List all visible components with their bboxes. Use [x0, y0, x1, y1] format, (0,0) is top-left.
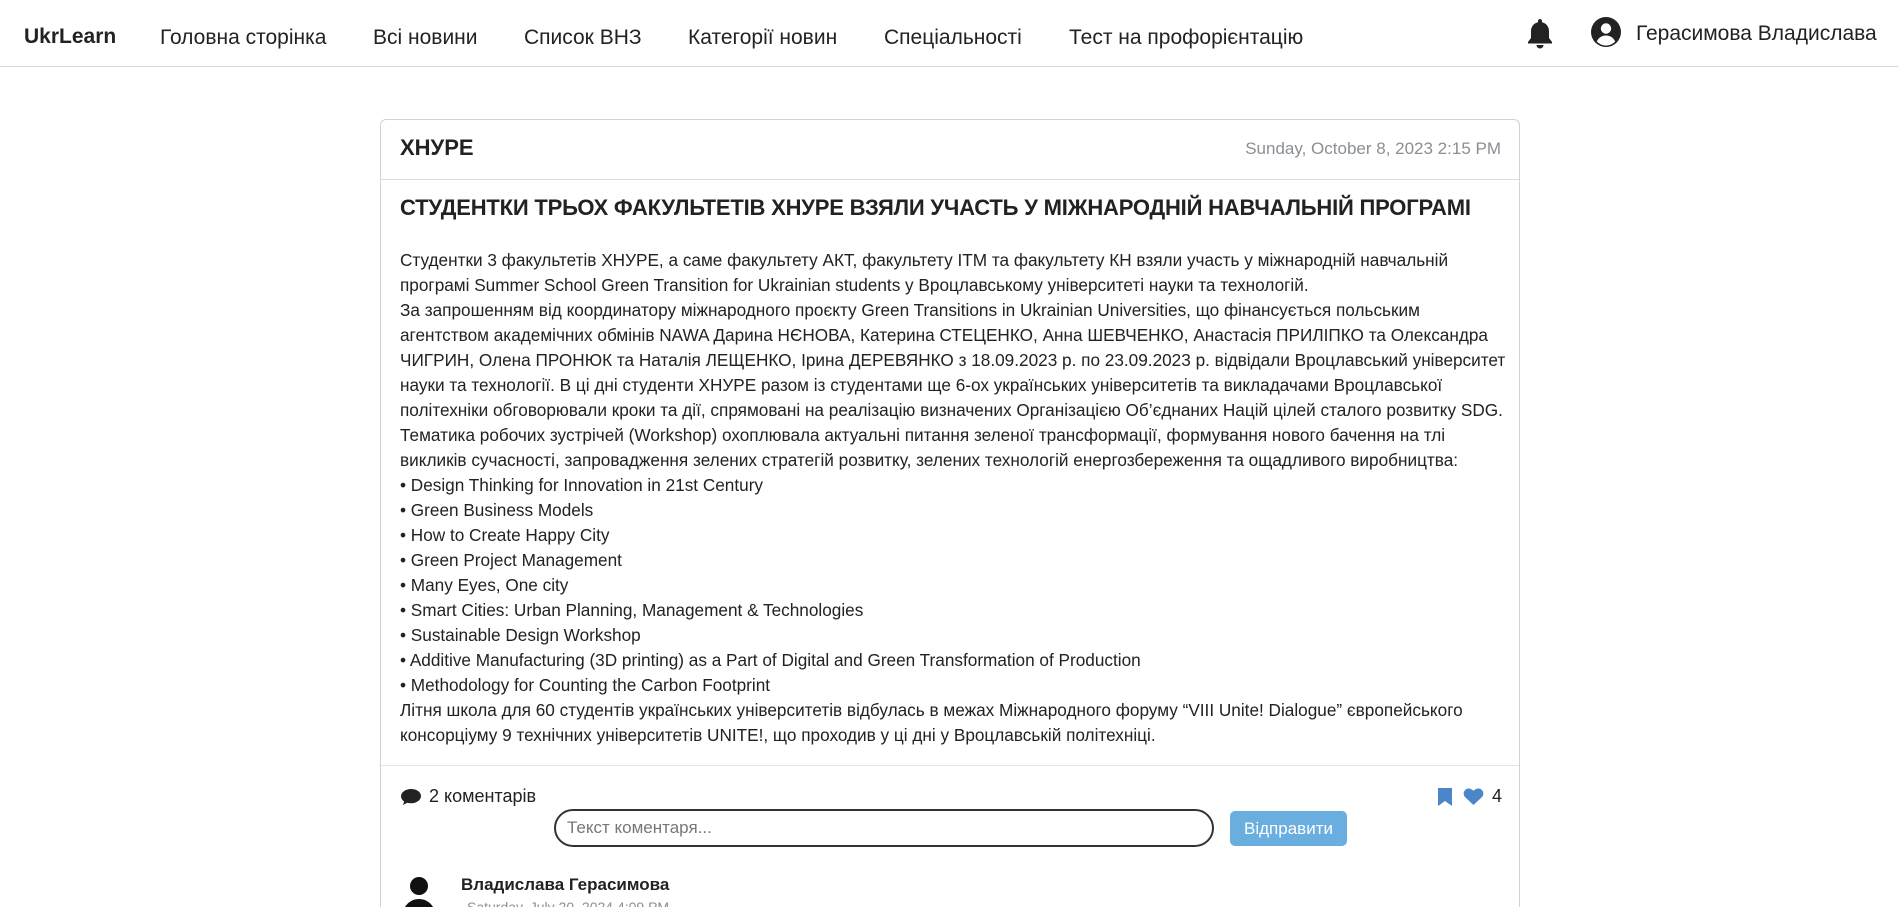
likes-count: 4: [1491, 786, 1502, 806]
news-title: СТУДЕНТКИ ТРЬОХ ФАКУЛЬТЕТІВ ХНУРЕ ВЗЯЛИ …: [400, 195, 1471, 220]
news-body-line: ЧИГРИН, Олена ПРОНЮК та Наталія ЛЕЩЕНКО,…: [400, 350, 1506, 370]
top-navbar: UkrLearn Головна сторінка Всі новини Спи…: [0, 0, 1898, 67]
heart-icon[interactable]: [1463, 787, 1484, 806]
nav-link-home[interactable]: Головна сторінка: [160, 26, 326, 50]
news-date: Sunday, October 8, 2023 2:15 PM: [1245, 139, 1501, 158]
news-body-line: консорціуму 9 технічних університетів UN…: [400, 725, 1156, 745]
news-body-line: програмі Summer School Green Transition …: [400, 275, 1309, 295]
nav-link-news-categories[interactable]: Категорії новин: [688, 26, 837, 50]
news-body-bullet: • Additive Manufacturing (3D printing) a…: [400, 650, 1141, 670]
post-actions: 4: [1437, 786, 1502, 807]
comment-input[interactable]: [554, 809, 1214, 847]
news-body-bullet: • Smart Cities: Urban Planning, Manageme…: [400, 600, 864, 620]
news-body-line: викликів сучасності, запровадження зелен…: [400, 450, 1459, 470]
comment-author: Владислава Герасимова: [461, 875, 670, 894]
user-avatar-icon: [404, 877, 434, 907]
news-card-header: ХНУРЕ Sunday, October 8, 2023 2:15 PM: [381, 120, 1519, 180]
bookmark-icon[interactable]: [1437, 787, 1453, 807]
comments-count-label: 2 коментарів: [429, 786, 537, 806]
news-body-bullet: • Many Eyes, One city: [400, 575, 569, 595]
brand-logo-link[interactable]: UkrLearn: [24, 25, 116, 49]
news-body-line: Тематика робочих зустрічей (Workshop) ох…: [400, 425, 1446, 445]
user-circle-icon[interactable]: [1591, 17, 1621, 47]
news-body-bullet: • Sustainable Design Workshop: [400, 625, 641, 645]
nav-link-career-test[interactable]: Тест на профорієнтацію: [1069, 26, 1303, 50]
comment-icon: [401, 788, 421, 805]
nav-link-all-news[interactable]: Всі новини: [373, 26, 478, 50]
news-body-bullet: • Design Thinking for Innovation in 21st…: [400, 475, 764, 495]
news-body-bullet: • How to Create Happy City: [400, 525, 610, 545]
divider: [381, 765, 1519, 766]
news-body-bullet: • Methodology for Counting the Carbon Fo…: [400, 675, 771, 695]
news-body-line: агентством академічних обмінів NAWA Дари…: [400, 325, 1488, 345]
news-card: ХНУРЕ Sunday, October 8, 2023 2:15 PM СТ…: [380, 119, 1520, 907]
news-body-line: науки та технології. В ці дні студенти Х…: [400, 375, 1443, 395]
bell-icon[interactable]: [1526, 17, 1554, 49]
nav-link-universities[interactable]: Список ВНЗ: [524, 26, 642, 50]
news-body-line: Літня школа для 60 студентів українських…: [400, 700, 1463, 720]
news-source[interactable]: ХНУРЕ: [400, 135, 474, 161]
send-comment-button[interactable]: Відправити: [1230, 811, 1347, 846]
news-body-bullet: • Green Business Models: [400, 500, 594, 520]
comment-date: Saturday, July 20, 2024 4:09 PM: [467, 899, 670, 907]
nav-link-specialties[interactable]: Спеціальності: [884, 26, 1022, 50]
news-body-line: За запрошенням від координатору міжнарод…: [400, 300, 1420, 320]
comments-count[interactable]: 2 коментарів: [400, 786, 536, 807]
news-body-line: Студентки 3 факультетів ХНУРЕ, а саме фа…: [400, 250, 1449, 270]
news-body-line: політехніки обговорювали кроки та дії, с…: [400, 400, 1503, 420]
news-body-bullet: • Green Project Management: [400, 550, 622, 570]
user-name-link[interactable]: Герасимова Владислава: [1636, 22, 1877, 46]
news-body: Студентки 3 факультетів ХНУРЕ, а саме фа…: [400, 248, 1510, 748]
